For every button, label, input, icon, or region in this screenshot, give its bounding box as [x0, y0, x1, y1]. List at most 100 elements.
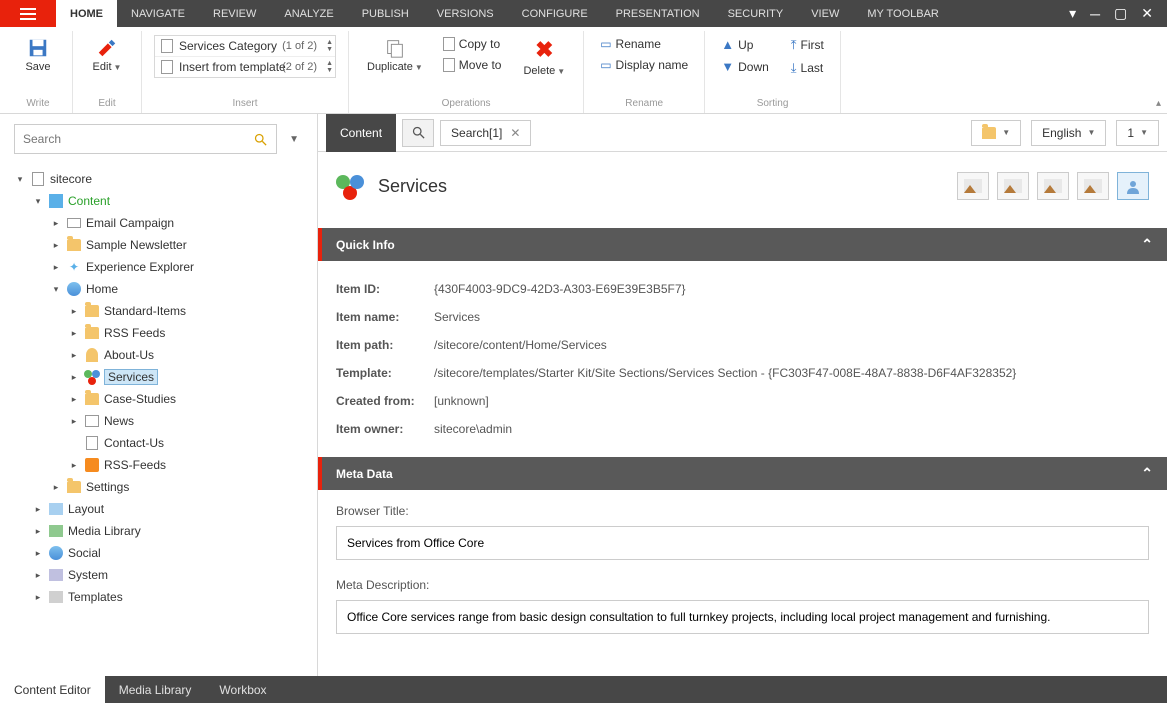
tree-toggle-icon[interactable]: ▾	[14, 174, 26, 185]
tree-toggle-icon[interactable]: ▸	[68, 394, 80, 405]
bottom-tab-media-library[interactable]: Media Library	[105, 676, 206, 703]
last-button[interactable]: ⤓Last	[787, 58, 828, 78]
tree-item-email-campaign[interactable]: ▸Email Campaign	[8, 212, 309, 234]
tree-item-contact-us[interactable]: Contact-Us	[8, 432, 309, 454]
tree-toggle-icon[interactable]: ▸	[68, 416, 80, 427]
tree-toggle-icon[interactable]: ▸	[68, 460, 80, 471]
tree-label: Contact-Us	[104, 436, 164, 450]
tree-item-social[interactable]: ▸Social	[8, 542, 309, 564]
tab-my-toolbar[interactable]: MY TOOLBAR	[853, 0, 953, 27]
tab-analyze[interactable]: ANALYZE	[270, 0, 347, 27]
tab-configure[interactable]: CONFIGURE	[508, 0, 602, 27]
version-button[interactable]: 1▼	[1116, 120, 1159, 146]
minimize-icon[interactable]: ─	[1090, 6, 1100, 22]
view-action-5[interactable]	[1117, 172, 1149, 200]
browser-title-input[interactable]	[336, 526, 1149, 560]
tab-search-button[interactable]	[402, 119, 434, 147]
down-button[interactable]: ▼Down	[717, 57, 773, 76]
bottom-tab-content-editor[interactable]: Content Editor	[0, 676, 105, 703]
tree-toggle-icon[interactable]: ▸	[32, 570, 44, 581]
tree-toggle-icon[interactable]: ▸	[32, 504, 44, 515]
tree-item-home[interactable]: ▾Home	[8, 278, 309, 300]
tree-item-sample-newsletter[interactable]: ▸Sample Newsletter	[8, 234, 309, 256]
tree-toggle-icon[interactable]: ▸	[68, 372, 80, 383]
move-to-button[interactable]: Move to	[439, 56, 506, 74]
tree-item-settings[interactable]: ▸Settings	[8, 476, 309, 498]
tab-security[interactable]: SECURITY	[714, 0, 798, 27]
insert-option[interactable]: Insert from template(2 of 2)▲▼	[155, 57, 335, 77]
tree-item-case-studies[interactable]: ▸Case-Studies	[8, 388, 309, 410]
tree-item-standard-items[interactable]: ▸Standard-Items	[8, 300, 309, 322]
bottom-tab-workbox[interactable]: Workbox	[205, 676, 280, 703]
close-tab-icon[interactable]: ✕	[510, 126, 520, 140]
view-action-1[interactable]	[957, 172, 989, 200]
tab-presentation[interactable]: PRESENTATION	[602, 0, 714, 27]
edit-button[interactable]: Edit▼	[85, 35, 129, 75]
maximize-icon[interactable]: ▢	[1114, 5, 1127, 22]
tab-review[interactable]: REVIEW	[199, 0, 270, 27]
hamburger-menu[interactable]	[0, 0, 56, 27]
tab-versions[interactable]: VERSIONS	[423, 0, 508, 27]
ribbon-collapse-icon[interactable]: ▴	[1156, 98, 1161, 109]
view-action-3[interactable]	[1037, 172, 1069, 200]
tab-content[interactable]: Content	[326, 114, 396, 152]
rename-button[interactable]: ▭Rename	[596, 35, 692, 53]
tab-navigate[interactable]: NAVIGATE	[117, 0, 199, 27]
search-input[interactable]	[23, 132, 253, 146]
view-action-2[interactable]	[997, 172, 1029, 200]
tree-toggle-icon[interactable]: ▾	[50, 284, 62, 295]
tree-item-sitecore[interactable]: ▾sitecore	[8, 168, 309, 190]
tree-toggle-icon[interactable]: ▸	[32, 548, 44, 559]
section-meta-data[interactable]: Meta Data ⌃	[318, 457, 1167, 490]
view-action-4[interactable]	[1077, 172, 1109, 200]
tree-item-about-us[interactable]: ▸About-Us	[8, 344, 309, 366]
tree-toggle-icon[interactable]: ▸	[50, 218, 62, 229]
tree-toggle-icon[interactable]: ▾	[32, 196, 44, 207]
tree-item-experience-explorer[interactable]: ▸✦Experience Explorer	[8, 256, 309, 278]
info-row: Item path:/sitecore/content/Home/Service…	[336, 331, 1149, 359]
browser-title-label: Browser Title:	[336, 504, 1149, 518]
more-icon[interactable]: ▾	[1069, 5, 1076, 22]
copy-to-button[interactable]: Copy to	[439, 35, 506, 53]
tab-search-result[interactable]: Search[1]✕	[440, 120, 531, 146]
save-button[interactable]: Save	[16, 35, 60, 75]
close-icon[interactable]: ✕	[1141, 5, 1153, 22]
tree-item-system[interactable]: ▸System	[8, 564, 309, 586]
tree-toggle-icon[interactable]: ▸	[68, 350, 80, 361]
copy-icon	[443, 37, 455, 51]
tree-item-layout[interactable]: ▸Layout	[8, 498, 309, 520]
tree-item-content[interactable]: ▾Content	[8, 190, 309, 212]
tree-toggle-icon[interactable]: ▸	[68, 306, 80, 317]
meta-desc-input[interactable]	[336, 600, 1149, 634]
insert-list[interactable]: Services Category(1 of 2)▲▼Insert from t…	[154, 35, 336, 78]
duplicate-button[interactable]: Duplicate▼	[361, 35, 429, 75]
tab-publish[interactable]: PUBLISH	[348, 0, 423, 27]
tree-item-news[interactable]: ▸News	[8, 410, 309, 432]
tree-item-templates[interactable]: ▸Templates	[8, 586, 309, 608]
up-button[interactable]: ▲Up	[717, 35, 773, 54]
insert-option[interactable]: Services Category(1 of 2)▲▼	[155, 36, 335, 57]
tree-item-rss-feeds[interactable]: ▸RSS Feeds	[8, 322, 309, 344]
tree-item-media-library[interactable]: ▸Media Library	[8, 520, 309, 542]
tree-toggle-icon[interactable]: ▸	[50, 482, 62, 493]
nav-button[interactable]: ▼	[971, 120, 1021, 146]
delete-button[interactable]: ✖ Delete▼	[517, 35, 571, 79]
section-quick-info[interactable]: Quick Info ⌃	[318, 228, 1167, 261]
language-button[interactable]: English▼	[1031, 120, 1106, 146]
tree-item-services[interactable]: ▸Services	[8, 366, 309, 388]
search-options-icon[interactable]: ▼	[285, 130, 303, 149]
display-name-button[interactable]: ▭Display name	[596, 56, 692, 74]
tree-toggle-icon[interactable]: ▸	[50, 262, 62, 273]
spinner-icon[interactable]: ▲▼	[326, 60, 333, 74]
tree-toggle-icon[interactable]: ▸	[68, 328, 80, 339]
tree-item-rss-feeds[interactable]: ▸RSS-Feeds	[8, 454, 309, 476]
spinner-icon[interactable]: ▲▼	[326, 39, 333, 53]
first-button[interactable]: ⤒First	[787, 35, 828, 55]
tab-home[interactable]: HOME	[56, 0, 117, 27]
tab-view[interactable]: VIEW	[797, 0, 853, 27]
tree-toggle-icon[interactable]: ▸	[32, 526, 44, 537]
tree-toggle-icon[interactable]: ▸	[32, 592, 44, 603]
search-icon[interactable]	[253, 132, 268, 147]
tree-toggle-icon[interactable]: ▸	[50, 240, 62, 251]
search-box[interactable]	[14, 124, 277, 154]
